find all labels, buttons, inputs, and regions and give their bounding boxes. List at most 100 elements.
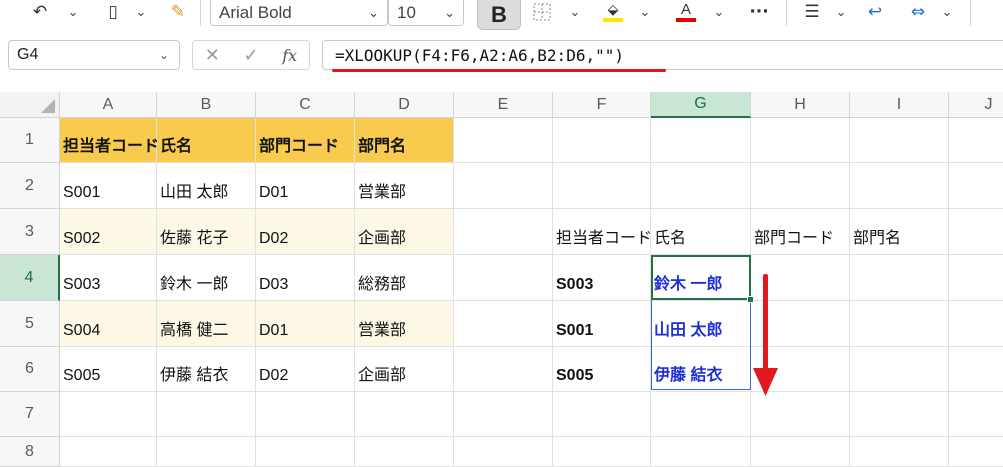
cell-g7[interactable] — [651, 392, 751, 437]
cell-h1[interactable] — [751, 118, 850, 163]
cell-d2[interactable]: 営業部 — [355, 163, 454, 209]
cell-g6[interactable]: 伊藤 結衣 — [651, 347, 751, 392]
row-header-4[interactable]: 4 — [0, 255, 60, 301]
cell-c2[interactable]: D01 — [256, 163, 355, 209]
cell-e6[interactable] — [454, 347, 553, 392]
cell-f4[interactable]: S003 — [553, 255, 651, 301]
fill-color-icon[interactable]: ⬙ — [600, 0, 626, 24]
cell-j6[interactable] — [949, 347, 1003, 392]
name-box[interactable]: G4 ⌄ — [8, 40, 180, 70]
cell-i4[interactable] — [850, 255, 949, 301]
cell-a8[interactable] — [60, 437, 157, 467]
font-size-select[interactable]: 10 ⌄ — [388, 0, 464, 26]
cell-e8[interactable] — [454, 437, 553, 467]
paste-dropdown-chevron-icon[interactable]: ⌄ — [132, 0, 150, 24]
row-header-2[interactable]: 2 — [0, 163, 60, 209]
insert-function-icon[interactable]: fx — [282, 46, 297, 65]
font-name-select[interactable]: Arial Bold ⌄ — [210, 0, 388, 26]
cell-h3[interactable]: 部門コード — [751, 209, 850, 255]
cell-i1[interactable] — [850, 118, 949, 163]
cell-j7[interactable] — [949, 392, 1003, 437]
column-header-e[interactable]: E — [454, 92, 553, 118]
select-all-corner[interactable] — [0, 92, 60, 118]
fill-color-dropdown-chevron-icon[interactable]: ⌄ — [636, 0, 654, 24]
cell-f1[interactable] — [553, 118, 651, 163]
cell-i6[interactable] — [850, 347, 949, 392]
cell-b2[interactable]: 山田 太郎 — [157, 163, 256, 209]
cell-c7[interactable] — [256, 392, 355, 437]
spreadsheet-grid[interactable]: A B C D E F G H I J 1 2 3 4 5 6 7 8 担当者コード 氏名 部門コード 部門名 S001 山田… — [0, 92, 1003, 467]
column-header-j[interactable]: J — [949, 92, 1003, 118]
cell-i8[interactable] — [850, 437, 949, 467]
cell-b3[interactable]: 佐藤 花子 — [157, 209, 256, 255]
cell-i7[interactable] — [850, 392, 949, 437]
cell-f5[interactable]: S001 — [553, 301, 651, 347]
cell-e4[interactable] — [454, 255, 553, 301]
align-icon[interactable]: ☰ — [800, 0, 824, 24]
cell-d7[interactable] — [355, 392, 454, 437]
cell-b8[interactable] — [157, 437, 256, 467]
align-dropdown-chevron-icon[interactable]: ⌄ — [832, 0, 850, 24]
cell-a3[interactable]: S002 — [60, 209, 157, 255]
cell-c3[interactable]: D02 — [256, 209, 355, 255]
cell-a1[interactable]: 担当者コード — [60, 118, 159, 163]
cell-e1[interactable] — [454, 118, 553, 163]
cell-b7[interactable] — [157, 392, 256, 437]
cell-g1[interactable] — [651, 118, 751, 163]
cell-d6[interactable]: 企画部 — [355, 347, 454, 392]
cell-g5[interactable]: 山田 太郎 — [651, 301, 751, 347]
cell-b1[interactable]: 氏名 — [157, 118, 256, 163]
cell-f2[interactable] — [553, 163, 651, 209]
column-header-d[interactable]: D — [355, 92, 454, 118]
column-header-a[interactable]: A — [60, 92, 157, 118]
undo-icon[interactable]: ↶ — [30, 0, 50, 24]
row-header-5[interactable]: 5 — [0, 301, 60, 347]
cell-e3[interactable] — [454, 209, 553, 255]
cell-a6[interactable]: S005 — [60, 347, 157, 392]
cell-a4[interactable]: S003 — [60, 255, 157, 301]
cell-d1[interactable]: 部門名 — [355, 118, 454, 163]
cell-a2[interactable]: S001 — [60, 163, 157, 209]
borders-icon[interactable] — [530, 0, 554, 24]
paste-icon[interactable]: ▯ — [104, 0, 122, 24]
cell-c5[interactable]: D01 — [256, 301, 355, 347]
cell-c1[interactable]: 部門コード — [256, 118, 355, 163]
cell-c4[interactable]: D03 — [256, 255, 355, 301]
cell-g4[interactable]: 鈴木 一郎 — [651, 255, 751, 301]
cell-i5[interactable] — [850, 301, 949, 347]
cell-a5[interactable]: S004 — [60, 301, 157, 347]
row-header-6[interactable]: 6 — [0, 347, 60, 392]
row-header-7[interactable]: 7 — [0, 392, 60, 437]
column-header-f[interactable]: F — [553, 92, 651, 118]
row-header-8[interactable]: 8 — [0, 437, 60, 467]
cell-d3[interactable]: 企画部 — [355, 209, 454, 255]
cell-h8[interactable] — [751, 437, 850, 467]
cell-i3[interactable]: 部門名 — [850, 209, 949, 255]
cell-j3[interactable] — [949, 209, 1003, 255]
bold-button[interactable]: B — [477, 0, 521, 30]
more-options-icon[interactable]: ··· — [744, 0, 774, 24]
cell-i2[interactable] — [850, 163, 949, 209]
cell-g3[interactable]: 氏名 — [651, 209, 751, 255]
cell-d8[interactable] — [355, 437, 454, 467]
merge-dropdown-chevron-icon[interactable]: ⌄ — [938, 0, 956, 24]
cell-e7[interactable] — [454, 392, 553, 437]
cell-f3[interactable]: 担当者コード — [553, 209, 652, 255]
column-header-i[interactable]: I — [850, 92, 949, 118]
cell-j2[interactable] — [949, 163, 1003, 209]
cell-d5[interactable]: 営業部 — [355, 301, 454, 347]
column-header-g[interactable]: G — [651, 92, 751, 118]
cancel-icon[interactable]: ✕ — [205, 45, 220, 66]
cell-b5[interactable]: 高橋 健二 — [157, 301, 256, 347]
merge-cells-icon[interactable]: ⇔ — [906, 0, 930, 24]
borders-dropdown-chevron-icon[interactable]: ⌄ — [566, 0, 584, 24]
column-header-b[interactable]: B — [157, 92, 256, 118]
cell-b4[interactable]: 鈴木 一郎 — [157, 255, 256, 301]
column-header-c[interactable]: C — [256, 92, 355, 118]
format-painter-icon[interactable]: ✎ — [168, 0, 188, 24]
cell-f6[interactable]: S005 — [553, 347, 651, 392]
cell-f7[interactable] — [553, 392, 651, 437]
cell-j1[interactable] — [949, 118, 1003, 163]
cell-a7[interactable] — [60, 392, 157, 437]
undo-dropdown-chevron-icon[interactable]: ⌄ — [64, 0, 82, 24]
